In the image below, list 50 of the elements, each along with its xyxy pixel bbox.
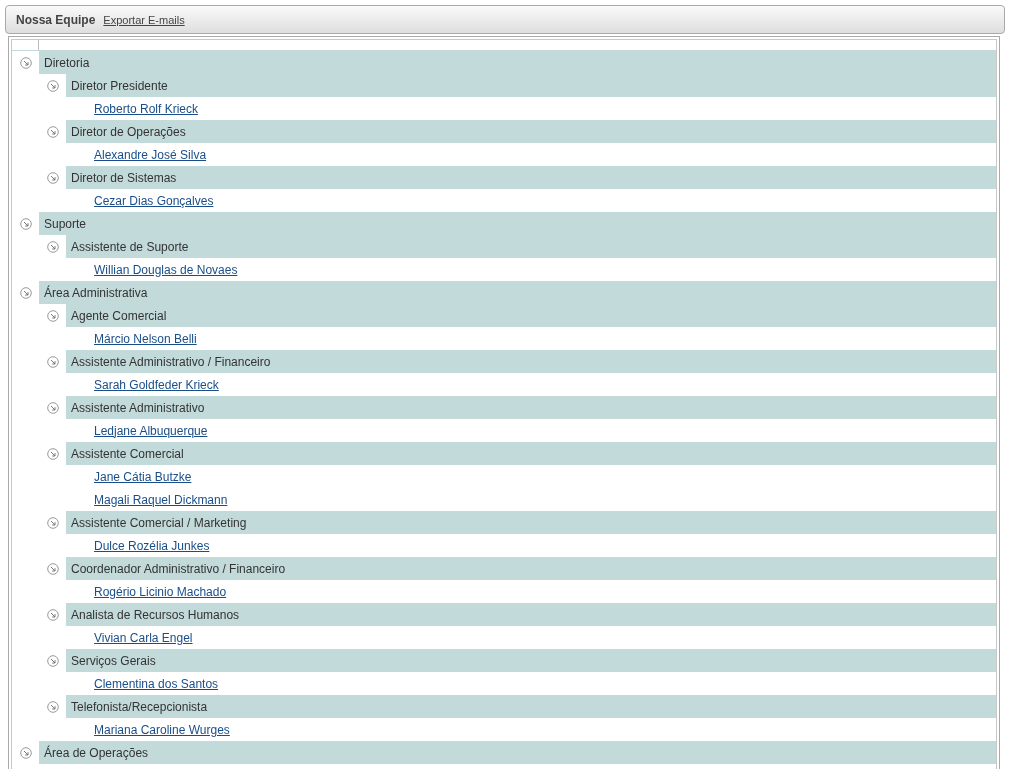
- collapse-icon[interactable]: [46, 447, 59, 460]
- person-link[interactable]: Willian Douglas de Novaes: [94, 262, 238, 277]
- role-row: Agente Comercial: [66, 304, 996, 327]
- person-link[interactable]: Márcio Nelson Belli: [94, 331, 197, 346]
- person-link[interactable]: Sarah Goldfeder Krieck: [94, 377, 219, 392]
- collapse-icon[interactable]: [46, 654, 59, 667]
- person-link[interactable]: Rogério Licinio Machado: [94, 584, 227, 599]
- person-link[interactable]: Alexandre José Silva: [94, 147, 207, 162]
- collapse-icon[interactable]: [46, 240, 59, 253]
- role-row: Diretor de Sistemas: [66, 166, 996, 189]
- department-row: Diretoria: [39, 51, 996, 74]
- person-link[interactable]: Dulce Rozélia Junkes: [94, 538, 210, 553]
- role-row: Assistente Comercial / Marketing: [66, 511, 996, 534]
- collapse-icon[interactable]: [19, 217, 32, 230]
- role-row: Diretor de Operações: [66, 120, 996, 143]
- role-row: Assistente Administrativo / Financeiro: [66, 350, 996, 373]
- collapse-icon[interactable]: [46, 355, 59, 368]
- department-row: Suporte: [39, 212, 996, 235]
- collapse-icon[interactable]: [46, 125, 59, 138]
- role-row: Telefonista/Recepcionista: [66, 695, 996, 718]
- collapse-icon[interactable]: [19, 746, 32, 759]
- role-row: Analista de Recursos Humanos: [66, 603, 996, 626]
- person-link[interactable]: Magali Raquel Dickmann: [94, 492, 228, 507]
- person-link[interactable]: Vivian Carla Engel: [94, 630, 193, 645]
- collapse-icon[interactable]: [46, 401, 59, 414]
- person-link[interactable]: Clementina dos Santos: [94, 676, 219, 691]
- person-link[interactable]: Roberto Rolf Krieck: [94, 101, 199, 116]
- person-link[interactable]: Cezar Dias Gonçalves: [94, 193, 214, 208]
- role-row: Serviços Gerais: [66, 649, 996, 672]
- collapse-icon[interactable]: [19, 286, 32, 299]
- collapse-icon[interactable]: [46, 700, 59, 713]
- department-row: Área de Operações: [39, 741, 996, 764]
- collapse-icon[interactable]: [46, 608, 59, 621]
- role-row: Assistente Comercial: [66, 442, 996, 465]
- person-link[interactable]: Mariana Caroline Wurges: [94, 722, 230, 737]
- collapse-icon[interactable]: [46, 562, 59, 575]
- collapse-icon[interactable]: [46, 79, 59, 92]
- export-emails-link[interactable]: Exportar E-mails: [103, 13, 185, 26]
- role-row: Assistente Administrativo: [66, 396, 996, 419]
- role-row: Coordenador Administrativo / Financeiro: [66, 557, 996, 580]
- collapse-icon[interactable]: [46, 516, 59, 529]
- person-link[interactable]: Jane Cátia Butzke: [94, 469, 192, 484]
- department-row: Área Administrativa: [39, 281, 996, 304]
- collapse-icon[interactable]: [19, 56, 32, 69]
- role-row: Assistente de Suporte: [66, 235, 996, 258]
- person-link[interactable]: Ledjane Albuquerque: [94, 423, 208, 438]
- page-title: Nossa Equipe: [16, 12, 96, 27]
- collapse-icon[interactable]: [46, 309, 59, 322]
- role-row: Diretor Presidente: [66, 74, 996, 97]
- collapse-icon[interactable]: [46, 171, 59, 184]
